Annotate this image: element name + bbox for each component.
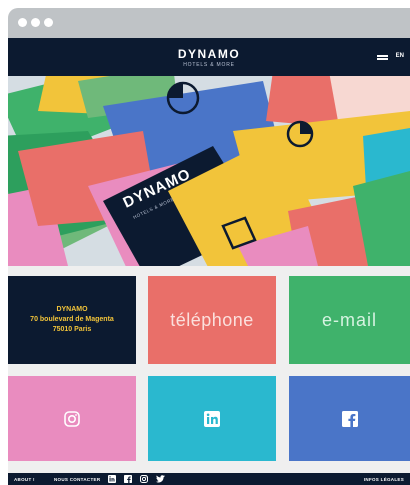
address-city: 75010 Paris — [52, 326, 92, 333]
site-logo-tagline: HOTELS & MORE — [183, 62, 235, 68]
address-street: 70 boulevard de Magenta — [30, 316, 114, 323]
instagram-icon — [64, 410, 80, 427]
language-switch[interactable]: EN — [396, 53, 404, 59]
window-close-dot[interactable] — [18, 18, 27, 27]
address-tile: DYNAMO 70 boulevard de Magenta 75010 Par… — [8, 276, 136, 364]
footer-instagram-icon[interactable] — [140, 475, 148, 483]
email-label: e-mail — [321, 309, 377, 330]
footer-facebook-icon[interactable] — [124, 475, 132, 483]
phone-label: téléphone — [170, 309, 254, 330]
linkedin-tile[interactable] — [148, 376, 276, 461]
address-name: DYNAMO — [56, 306, 88, 313]
window-titlebar — [8, 8, 410, 38]
phone-tile[interactable]: téléphone — [148, 276, 276, 364]
window-maximize-dot[interactable] — [44, 18, 53, 27]
site-footer: ABOUT ! NOUS CONTACTER INFOS LÉGALES — [8, 473, 410, 485]
instagram-tile[interactable] — [8, 376, 136, 461]
footer-contact-link[interactable]: NOUS CONTACTER — [54, 477, 100, 482]
hero-cards-illustration: DYNAMO HOTELS & MORE — [8, 76, 410, 266]
footer-legal-link[interactable]: INFOS LÉGALES — [364, 477, 404, 482]
site-logo[interactable]: DYNAMO — [8, 47, 410, 61]
linkedin-icon — [204, 410, 220, 427]
email-tile[interactable]: e-mail — [289, 276, 410, 364]
facebook-icon — [341, 410, 358, 427]
window-minimize-dot[interactable] — [31, 18, 40, 27]
footer-about-link[interactable]: ABOUT ! — [14, 477, 35, 482]
facebook-tile[interactable] — [289, 376, 410, 461]
footer-linkedin-icon[interactable] — [108, 475, 116, 483]
footer-twitter-icon[interactable] — [156, 475, 165, 483]
browser-window: DYNAMO HOTELS & MORE EN DYNAMO HOTELS & … — [8, 8, 410, 485]
hamburger-menu-icon[interactable] — [377, 55, 388, 60]
hero-image: DYNAMO HOTELS & MORE — [8, 76, 410, 266]
site-header: DYNAMO HOTELS & MORE EN — [8, 38, 410, 76]
